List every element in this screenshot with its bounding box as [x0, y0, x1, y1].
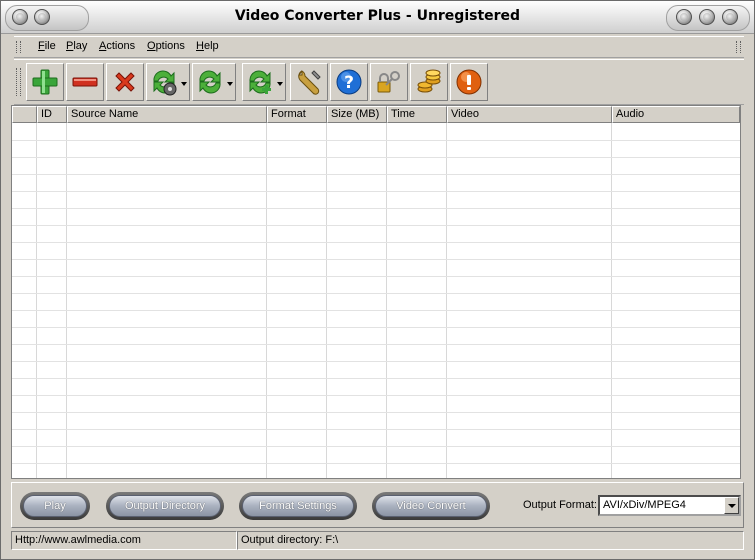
add-icon [32, 69, 58, 95]
menu-play[interactable]: Play [66, 40, 87, 52]
row-divider [12, 140, 740, 141]
convert-button[interactable] [192, 63, 236, 101]
chevron-down-icon [181, 82, 187, 86]
column-header-video[interactable]: Video [447, 106, 612, 123]
row-divider [12, 429, 740, 430]
row-divider [12, 412, 740, 413]
column-divider [326, 123, 327, 478]
column-divider [36, 123, 37, 478]
column-header-source-name[interactable]: Source Name [67, 106, 267, 123]
title-bar: Video Converter Plus - Unregistered [1, 1, 754, 34]
window-title: Video Converter Plus - Unregistered [234, 8, 521, 24]
menu-file[interactable]: File [38, 40, 56, 52]
row-divider [12, 225, 740, 226]
remove-icon [72, 77, 98, 87]
column-header-time[interactable]: Time [387, 106, 447, 123]
remove-button[interactable] [66, 63, 104, 101]
menu-grip[interactable] [16, 41, 21, 53]
row-divider [12, 361, 740, 362]
action-panel: Play Output Directory Format Settings Vi… [11, 482, 744, 528]
toolbar-grip[interactable] [16, 68, 21, 96]
svg-text:?: ? [344, 73, 354, 93]
delete-icon [115, 72, 135, 92]
file-list-table[interactable]: ID Source Name Format Size (MB) Time Vid… [11, 105, 741, 479]
menu-options[interactable]: Options [147, 40, 185, 52]
row-divider [12, 327, 740, 328]
video-convert-button-frame: Video Convert [372, 492, 490, 520]
convert-video-icon [153, 70, 177, 96]
output-directory-button-frame: Output Directory [106, 492, 224, 520]
play-button-frame: Play [20, 492, 90, 520]
info-icon [456, 69, 482, 95]
convert-add-button[interactable] [242, 63, 286, 101]
menu-bar: File Play Actions Options Help [14, 36, 744, 58]
convert-video-button[interactable] [146, 63, 190, 101]
column-header-id[interactable]: ID [37, 106, 67, 123]
column-header-audio[interactable]: Audio [612, 106, 740, 123]
convert-add-icon [249, 70, 271, 94]
row-divider [12, 259, 740, 260]
menu-actions[interactable]: Actions [99, 40, 135, 52]
buy-coins-icon [417, 69, 441, 93]
buy-button[interactable] [410, 63, 448, 101]
column-divider [386, 123, 387, 478]
row-divider [12, 157, 740, 158]
row-divider [12, 208, 740, 209]
maximize-button[interactable] [699, 9, 715, 25]
status-output-directory: Output directory: F:\ [237, 531, 744, 550]
video-convert-button[interactable]: Video Convert [375, 495, 487, 517]
row-divider [12, 242, 740, 243]
row-divider [12, 310, 740, 311]
help-icon: ? [336, 69, 362, 95]
row-divider [12, 446, 740, 447]
row-divider [12, 344, 740, 345]
menu-end-grip [736, 41, 741, 53]
settings-wrench-icon [298, 70, 321, 95]
register-key-icon [377, 71, 400, 93]
register-button[interactable] [370, 63, 408, 101]
chevron-down-icon [227, 82, 233, 86]
column-header-format[interactable]: Format [267, 106, 327, 123]
menu-help[interactable]: Help [196, 40, 219, 52]
row-divider [12, 463, 740, 464]
help-button[interactable]: ? [330, 63, 368, 101]
column-divider [266, 123, 267, 478]
row-divider [12, 293, 740, 294]
convert-icon [199, 70, 221, 94]
chevron-down-icon [277, 82, 283, 86]
table-body[interactable] [12, 123, 740, 478]
format-settings-button-frame: Format Settings [239, 492, 357, 520]
column-divider [66, 123, 67, 478]
row-divider [12, 395, 740, 396]
add-button[interactable] [26, 63, 64, 101]
chevron-down-icon[interactable] [724, 497, 739, 514]
row-divider [12, 174, 740, 175]
row-divider [12, 276, 740, 277]
format-settings-button[interactable]: Format Settings [242, 495, 354, 517]
title-bar-right-controls [666, 5, 750, 31]
settings-button[interactable] [290, 63, 328, 101]
row-divider [12, 378, 740, 379]
output-format-select[interactable]: AVI/xDiv/MPEG4 [598, 495, 741, 516]
close-button[interactable] [722, 9, 738, 25]
play-button[interactable]: Play [23, 495, 87, 517]
column-header-select[interactable] [12, 106, 37, 123]
row-divider [12, 191, 740, 192]
minimize-button[interactable] [676, 9, 692, 25]
table-header: ID Source Name Format Size (MB) Time Vid… [12, 106, 740, 123]
toolbar: ? [14, 59, 744, 105]
about-button[interactable] [450, 63, 488, 101]
output-format-value: AVI/xDiv/MPEG4 [603, 499, 686, 511]
column-divider [446, 123, 447, 478]
output-format-label: Output Format: [523, 499, 597, 511]
delete-button[interactable] [106, 63, 144, 101]
column-divider [611, 123, 612, 478]
column-header-size[interactable]: Size (MB) [327, 106, 387, 123]
app-window: Video Converter Plus - Unregistered File… [0, 0, 755, 560]
output-directory-button[interactable]: Output Directory [109, 495, 221, 517]
status-url[interactable]: Http://www.awlmedia.com [11, 531, 237, 550]
